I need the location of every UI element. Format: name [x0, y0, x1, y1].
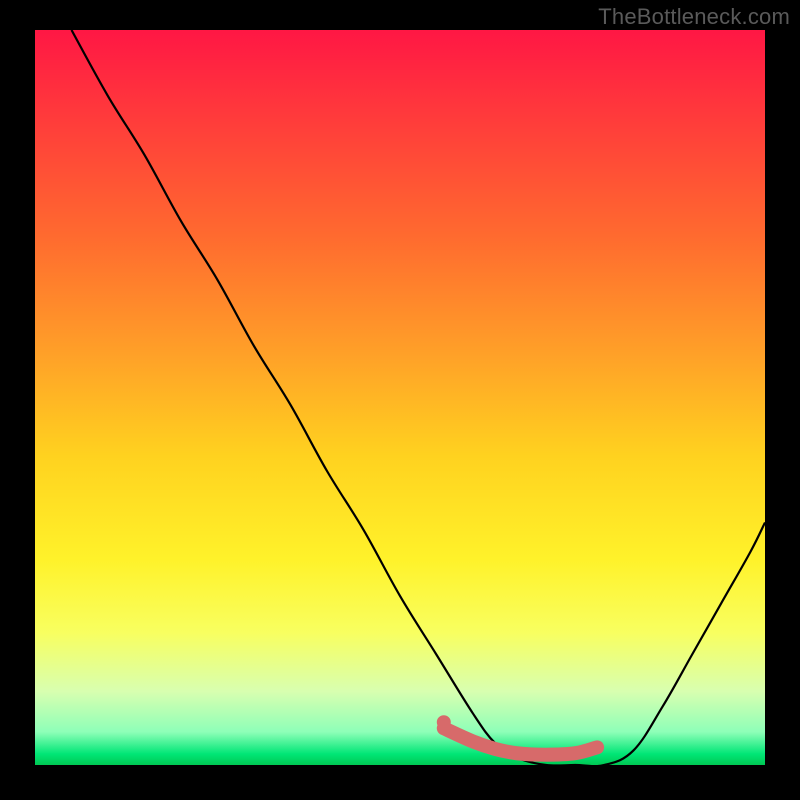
plot-area [35, 30, 765, 765]
optimal-start-dot [437, 715, 451, 729]
chart-svg [35, 30, 765, 765]
watermark-label: TheBottleneck.com [598, 4, 790, 30]
chart-frame: TheBottleneck.com [0, 0, 800, 800]
gradient-background [35, 30, 765, 765]
